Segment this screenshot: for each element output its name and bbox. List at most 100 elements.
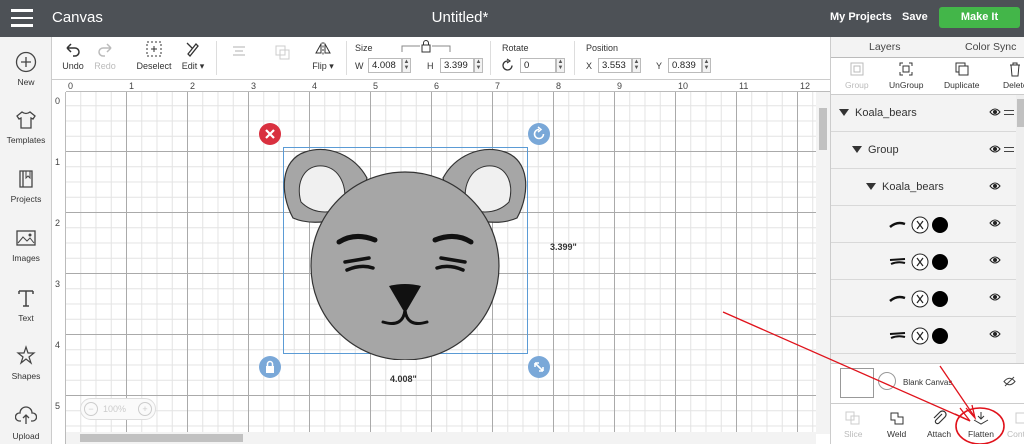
eye-icon[interactable] <box>989 144 1001 154</box>
ungroup-button[interactable]: UnGroup <box>889 61 924 90</box>
attach-button[interactable]: Attach <box>927 410 951 439</box>
group-button[interactable]: Group <box>845 61 869 90</box>
sidebar-item-text[interactable]: Text <box>0 287 52 323</box>
close-icon <box>265 129 275 139</box>
zoom-control: − 100% + <box>80 398 156 420</box>
my-projects-link[interactable]: My Projects <box>830 11 892 23</box>
tab-color-sync[interactable]: Color Sync <box>965 41 1016 53</box>
zoom-out-button[interactable]: − <box>84 402 98 416</box>
height-field[interactable]: 3.399 <box>440 58 474 73</box>
canvas-swatch[interactable] <box>840 368 874 398</box>
trash-icon <box>1010 62 1021 77</box>
layer-row[interactable] <box>831 317 1016 354</box>
collapse-arrow-icon[interactable] <box>866 183 876 190</box>
sidebar-item-templates[interactable]: Templates <box>0 109 52 145</box>
color-circle-icon[interactable] <box>878 372 896 390</box>
layer-row[interactable]: Koala_bears <box>831 95 1016 132</box>
eye-hidden-icon[interactable] <box>1003 376 1016 387</box>
layer-row[interactable] <box>831 243 1016 280</box>
layer-label: Koala_bears <box>882 181 944 193</box>
align-icon <box>233 46 245 56</box>
upload-icon <box>15 406 37 424</box>
eye-icon[interactable] <box>989 292 1001 302</box>
panel-scrollbar[interactable] <box>1016 95 1024 363</box>
sidebar-item-upload[interactable]: Upload <box>0 405 52 441</box>
arrange-icon <box>275 45 290 60</box>
contour-button[interactable]: Contour <box>1007 410 1024 439</box>
layer-row[interactable]: Koala_bears <box>831 169 1016 206</box>
collapse-arrow-icon[interactable] <box>852 146 862 153</box>
rotate-field[interactable]: 0 <box>520 58 556 73</box>
scroll-thumb[interactable] <box>1017 99 1024 127</box>
slice-button[interactable]: Slice <box>844 410 862 439</box>
zoom-in-button[interactable]: + <box>138 402 152 416</box>
edit-button[interactable]: Edit ▾ <box>178 40 208 72</box>
size-label: Size <box>355 43 373 53</box>
sidebar-item-label: Shapes <box>11 371 41 381</box>
tab-layers[interactable]: Layers <box>869 41 901 53</box>
rotate-icon <box>502 58 513 71</box>
eye-icon[interactable] <box>989 255 1001 265</box>
weld-button[interactable]: Weld <box>887 410 906 439</box>
make-it-button[interactable]: Make It <box>939 7 1020 28</box>
scroll-thumb[interactable] <box>819 108 827 150</box>
sidebar-item-images[interactable]: Images <box>0 227 52 263</box>
eye-icon[interactable] <box>989 218 1001 228</box>
eye-icon[interactable] <box>989 329 1001 339</box>
redo-button[interactable]: Redo <box>90 40 120 71</box>
flip-button[interactable]: Flip ▾ <box>308 40 338 72</box>
lock-handle[interactable] <box>259 356 281 378</box>
sidebar-item-shapes[interactable]: Shapes <box>0 345 52 381</box>
arrange-button[interactable] <box>262 43 302 64</box>
sidebar-item-projects[interactable]: Projects <box>0 168 52 204</box>
rotate-stepper[interactable]: ▲ ▼ <box>556 58 565 73</box>
koala-image[interactable] <box>277 142 537 360</box>
paperclip-icon <box>933 410 947 425</box>
width-field[interactable]: 4.008 <box>368 58 402 73</box>
ruler-tick-label: 12 <box>800 81 811 91</box>
position-x-field[interactable]: 3.553 <box>598 58 632 73</box>
weld-label: Weld <box>887 429 907 439</box>
collapse-arrow-icon[interactable] <box>839 109 849 116</box>
undo-button[interactable]: Undo <box>58 40 88 71</box>
horizontal-scrollbar[interactable] <box>66 432 816 444</box>
position-label: Position <box>586 43 619 53</box>
group-icon <box>850 62 864 76</box>
vertical-scrollbar[interactable] <box>816 92 830 434</box>
blank-canvas-row[interactable]: Blank Canvas <box>831 363 1024 403</box>
slice-label: Slice <box>844 429 863 439</box>
text-icon <box>18 290 34 307</box>
sidebar-item-label: Templates <box>6 135 46 145</box>
position-y-stepper[interactable]: ▲ ▼ <box>702 58 711 73</box>
sidebar-item-new[interactable]: New <box>0 51 52 87</box>
deselect-button[interactable]: Deselect <box>134 40 174 71</box>
eye-icon[interactable] <box>989 107 1001 117</box>
y-label: Y <box>656 61 663 71</box>
lock-aspect-icon[interactable] <box>400 40 452 54</box>
delete-handle[interactable] <box>259 123 281 145</box>
align-button[interactable] <box>224 43 254 64</box>
layer-row[interactable] <box>831 206 1016 243</box>
chevron-down-icon: ▾ <box>197 61 205 71</box>
scale-handle[interactable] <box>528 356 550 378</box>
flatten-button[interactable]: Flatten <box>968 410 994 439</box>
ruler-tick-label: 5 <box>55 401 61 411</box>
delete-button[interactable]: Delete <box>1003 61 1024 90</box>
position-y-field[interactable]: 0.839 <box>668 58 702 73</box>
layer-menu-icon[interactable] <box>1004 110 1014 118</box>
width-stepper[interactable]: ▲ ▼ <box>402 58 411 73</box>
rotate-icon <box>533 126 545 140</box>
scroll-thumb[interactable] <box>80 434 243 442</box>
height-stepper[interactable]: ▲ ▼ <box>474 58 483 73</box>
design-canvas[interactable]: 0 1 2 3 4 5 6 7 8 9 10 11 12 012345 3.399" 4.008" − … <box>52 80 830 444</box>
duplicate-button[interactable]: Duplicate <box>944 61 979 90</box>
left-sidebar: New Templates Projects Images Text Shape… <box>0 37 52 444</box>
flip-label: Flip <box>312 61 327 71</box>
layer-row[interactable] <box>831 280 1016 317</box>
position-x-stepper[interactable]: ▲ ▼ <box>632 58 641 73</box>
rotate-handle[interactable] <box>528 123 550 145</box>
save-button[interactable]: Save <box>902 11 928 23</box>
layer-row[interactable]: Group <box>831 132 1016 169</box>
eye-icon[interactable] <box>989 181 1001 191</box>
layer-menu-icon[interactable] <box>1004 147 1014 155</box>
